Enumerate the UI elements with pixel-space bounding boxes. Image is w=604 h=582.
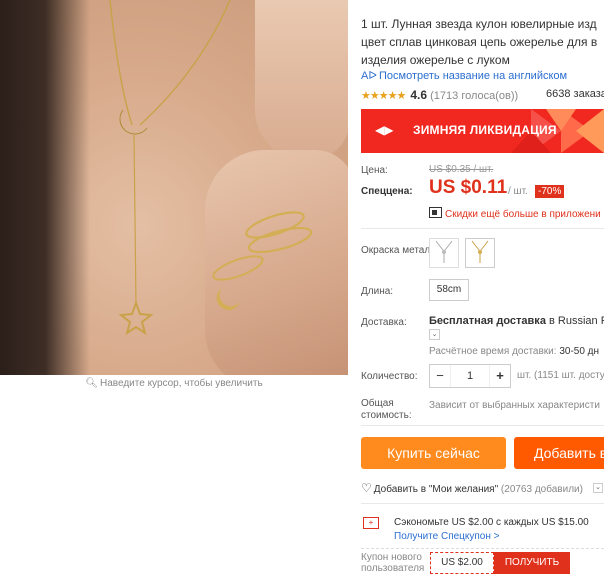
divider bbox=[361, 425, 604, 426]
app-promo-link[interactable]: Скидки ещё больше в приложени bbox=[429, 207, 601, 220]
buy-now-button[interactable]: Купить сейчас bbox=[361, 437, 506, 469]
necklace-illustration bbox=[109, 0, 313, 336]
old-price: US $0.35 / шт. bbox=[429, 164, 494, 175]
banner-arrows-icon: ◀▶ bbox=[375, 123, 394, 137]
heart-icon: ♡ bbox=[361, 481, 372, 495]
banner-text: ЗИМНЯЯ ЛИКВИДАЦИЯ bbox=[413, 123, 557, 137]
promo-price: US $0.11 bbox=[429, 177, 508, 198]
divider bbox=[361, 228, 604, 229]
divider bbox=[361, 503, 604, 504]
add-to-cart-button[interactable]: Добавить в bbox=[514, 437, 604, 469]
shipping-dropdown-icon[interactable]: ⌄ bbox=[429, 329, 440, 340]
orders-count: 6638 заказа( bbox=[546, 88, 604, 100]
divider bbox=[361, 548, 604, 549]
total-cost-note: Зависит от выбранных характеристи bbox=[429, 400, 600, 411]
sale-banner[interactable]: ◀▶ ЗИМНЯЯ ЛИКВИДАЦИЯ bbox=[361, 109, 604, 153]
get-coupon-button[interactable]: ПОЛУЧИТЬ bbox=[494, 552, 570, 574]
title-line: цвет сплав цинковая цепь ожерелье для в bbox=[361, 35, 598, 49]
votes-count[interactable]: (1713 голоса(ов)) bbox=[430, 90, 518, 102]
quantity-decrease-button[interactable]: − bbox=[430, 365, 450, 387]
get-coupon-link[interactable]: Получите Спецкупон > bbox=[394, 531, 500, 542]
shipping-info: Бесплатная доставка в Russian Fede bbox=[429, 315, 604, 327]
coupon-icon: + bbox=[363, 517, 379, 529]
metal-swatch-silver[interactable] bbox=[429, 238, 459, 268]
quantity-increase-button[interactable]: + bbox=[490, 365, 510, 387]
title-line: изделия ожерелье с луком bbox=[361, 53, 510, 67]
total-cost-label: Общая стоимость: bbox=[361, 398, 412, 421]
quantity-stepper: − 1 + bbox=[429, 364, 511, 388]
star-rating-icon: ★★★★★ bbox=[361, 90, 406, 102]
wishlist-count: (20763 добавили) bbox=[500, 484, 583, 495]
save-text: Сэкономьте US $2.00 с каждых US $15.00 bbox=[394, 517, 589, 528]
length-label: Длина: bbox=[361, 286, 394, 297]
quantity-label: Количество: bbox=[361, 371, 418, 382]
new-user-coupon-label: Купон нового пользователя bbox=[361, 552, 425, 574]
english-title-link[interactable]: Aᐅ Посмотреть название на английском bbox=[361, 69, 567, 82]
metal-swatch-gold[interactable] bbox=[465, 238, 495, 268]
title-line: 1 шт. Лунная звезда кулон ювелирные изд bbox=[361, 17, 597, 31]
delivery-time: Расчётное время доставки: 30-50 дн bbox=[429, 346, 600, 357]
zoom-hint: 🔍︎ Наведите курсор, чтобы увеличить bbox=[85, 378, 263, 389]
length-option[interactable]: 58cm bbox=[429, 279, 469, 301]
price-unit: / шт. bbox=[508, 186, 528, 197]
qr-icon bbox=[429, 207, 442, 218]
stock-note: шт. (1151 шт. досту bbox=[517, 370, 604, 381]
necklace-thumb-icon bbox=[471, 240, 489, 263]
search-icon: 🔍︎ bbox=[85, 378, 99, 389]
discount-badge: -70% bbox=[535, 185, 565, 198]
price-label: Цена: bbox=[361, 165, 388, 176]
wishlist-dropdown-icon[interactable]: ⌄ bbox=[593, 483, 603, 493]
necklace-thumb-icon bbox=[435, 240, 453, 263]
shipping-label: Доставка: bbox=[361, 317, 407, 328]
product-title: 1 шт. Лунная звезда кулон ювелирные изд … bbox=[361, 15, 604, 69]
product-main-image[interactable] bbox=[0, 0, 348, 375]
coupon-value: US $2.00 bbox=[430, 552, 494, 574]
promo-price-label: Спеццена: bbox=[361, 186, 413, 197]
quantity-input[interactable]: 1 bbox=[450, 365, 490, 387]
wishlist-link[interactable]: ♡ Добавить в "Мои желания" (20763 добавил… bbox=[361, 481, 583, 495]
translate-icon: Aᐅ bbox=[361, 70, 377, 82]
rating-value: 4.6 bbox=[410, 88, 428, 102]
